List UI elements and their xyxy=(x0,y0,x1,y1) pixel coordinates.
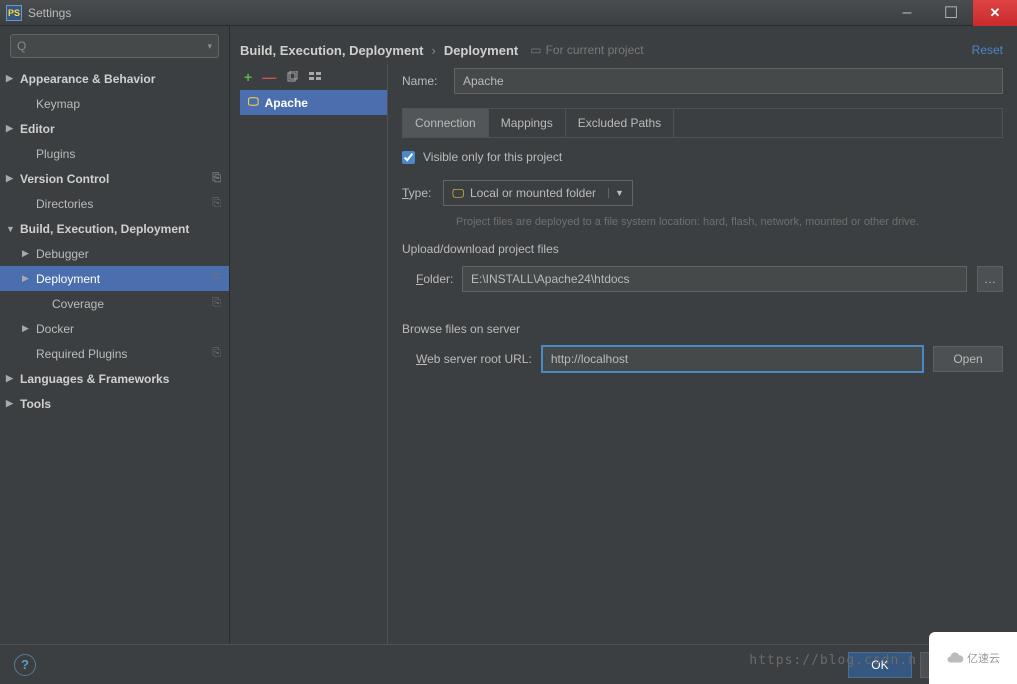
type-label: Type: xyxy=(402,186,431,200)
remove-server-button[interactable]: — xyxy=(262,69,276,85)
sidebar-item-label: Directories xyxy=(36,197,93,211)
server-list-panel: + — 🖵 Apache xyxy=(240,64,388,644)
sidebar-item-label: Build, Execution, Deployment xyxy=(20,222,189,236)
sidebar-item-label: Tools xyxy=(20,397,51,411)
folder-icon: 🖵 xyxy=(452,186,464,201)
server-toolbar: + — xyxy=(240,64,387,90)
server-folder-icon: 🖵 xyxy=(248,96,259,109)
sidebar-item-required-plugins[interactable]: Required Plugins ⎘ xyxy=(0,341,229,366)
project-scope-icon: ⎘ xyxy=(212,347,221,360)
folder-label: Folder: xyxy=(402,272,452,286)
form-area: Name: Connection Mappings Excluded Paths… xyxy=(388,64,1003,644)
sidebar-item-languages-frameworks[interactable]: ▶ Languages & Frameworks xyxy=(0,366,229,391)
search-input[interactable]: Q ▾ xyxy=(10,34,219,58)
server-item-apache[interactable]: 🖵 Apache xyxy=(240,90,387,115)
project-scope-icon: ⎘ xyxy=(212,272,221,285)
search-icon: Q xyxy=(17,39,26,53)
breadcrumb-separator: › xyxy=(431,43,435,58)
sidebar-item-editor[interactable]: ▶ Editor xyxy=(0,116,229,141)
cloud-icon xyxy=(946,649,964,667)
tabs: Connection Mappings Excluded Paths xyxy=(402,108,1003,138)
chevron-down-icon: ▾ xyxy=(207,41,212,52)
watermark: https://blog.csdn.n xyxy=(749,653,917,668)
reset-link[interactable]: Reset xyxy=(972,43,1003,57)
settings-tree: ▶ Appearance & Behavior Keymap ▶ Editor Plugi… xyxy=(0,66,229,416)
help-button[interactable]: ? xyxy=(14,654,36,676)
breadcrumb-current: Deployment xyxy=(444,43,518,58)
project-scope-icon: ⎘ xyxy=(212,172,221,185)
corner-logo: 亿速云 xyxy=(929,632,1017,684)
close-button[interactable]: ✕ xyxy=(973,0,1017,26)
project-scope-icon: ⎘ xyxy=(212,197,221,210)
sidebar-item-tools[interactable]: ▶ Tools xyxy=(0,391,229,416)
arrow-icon: ▶ xyxy=(6,398,13,409)
project-scope-icon: ⎘ xyxy=(212,297,221,310)
sidebar-item-label: Required Plugins xyxy=(36,347,127,361)
breadcrumb-parent[interactable]: Build, Execution, Deployment xyxy=(240,43,423,58)
sidebar-item-label: Coverage xyxy=(52,297,104,311)
app-icon: PS xyxy=(6,5,22,21)
open-button[interactable]: Open xyxy=(933,346,1003,372)
sidebar-item-coverage[interactable]: Coverage ⎘ xyxy=(0,291,229,316)
visible-only-label: Visible only for this project xyxy=(423,150,562,164)
arrow-icon: ▶ xyxy=(6,123,13,134)
browse-section-label: Browse files on server xyxy=(402,322,1003,336)
sidebar-item-deployment[interactable]: ▶ Deployment ⎘ xyxy=(0,266,229,291)
arrow-icon: ▶ xyxy=(22,248,29,259)
sidebar-item-label: Docker xyxy=(36,322,74,336)
copy-button[interactable] xyxy=(286,71,299,84)
arrow-icon: ▶ xyxy=(6,73,13,84)
minimize-button[interactable]: – xyxy=(885,0,929,26)
arrow-icon: ▼ xyxy=(6,224,15,234)
main-panel: Build, Execution, Deployment › Deploymen… xyxy=(230,26,1017,644)
project-hint: ▭ For current project xyxy=(530,43,643,57)
sidebar-item-label: Keymap xyxy=(36,97,80,111)
sidebar-item-keymap[interactable]: Keymap xyxy=(0,91,229,116)
sidebar-item-debugger[interactable]: ▶ Debugger xyxy=(0,241,229,266)
type-value: Local or mounted folder xyxy=(470,186,596,200)
server-item-label: Apache xyxy=(265,96,308,110)
type-combo[interactable]: 🖵 Local or mounted folder ▼ xyxy=(443,180,633,206)
chevron-down-icon: ▼ xyxy=(608,188,624,198)
tab-excluded-paths[interactable]: Excluded Paths xyxy=(566,109,674,137)
arrow-icon: ▶ xyxy=(6,373,13,384)
window-title: Settings xyxy=(28,6,71,20)
add-server-button[interactable]: + xyxy=(244,69,252,85)
arrow-icon: ▶ xyxy=(22,273,29,284)
sidebar-item-directories[interactable]: Directories ⎘ xyxy=(0,191,229,216)
project-icon: ▭ xyxy=(530,43,541,57)
upload-section-label: Upload/download project files xyxy=(402,242,1003,256)
titlebar: PS Settings – ☐ ✕ xyxy=(0,0,1017,26)
arrow-icon: ▶ xyxy=(6,173,13,184)
url-label: Web server root URL: xyxy=(402,352,532,366)
sidebar-item-appearance-behavior[interactable]: ▶ Appearance & Behavior xyxy=(0,66,229,91)
sidebar-item-label: Deployment xyxy=(36,272,100,286)
tree-view-button[interactable] xyxy=(309,71,322,84)
sidebar-item-plugins[interactable]: Plugins xyxy=(0,141,229,166)
folder-input[interactable] xyxy=(462,266,967,292)
sidebar: Q ▾ ▶ Appearance & Behavior Keymap ▶ Editor P… xyxy=(0,26,230,644)
name-label: Name: xyxy=(402,74,454,88)
breadcrumb: Build, Execution, Deployment › Deploymen… xyxy=(240,36,1003,64)
tab-mappings[interactable]: Mappings xyxy=(489,109,566,137)
browse-folder-button[interactable]: … xyxy=(977,266,1003,292)
type-hint: Project files are deployed to a file sys… xyxy=(402,210,1003,242)
visible-only-checkbox[interactable] xyxy=(402,151,415,164)
sidebar-item-label: Plugins xyxy=(36,147,75,161)
arrow-icon: ▶ xyxy=(22,323,29,334)
sidebar-item-label: Version Control xyxy=(20,172,109,186)
sidebar-item-build-execution-deployment[interactable]: ▼ Build, Execution, Deployment xyxy=(0,216,229,241)
sidebar-item-docker[interactable]: ▶ Docker xyxy=(0,316,229,341)
window-buttons: – ☐ ✕ xyxy=(885,0,1017,26)
sidebar-item-label: Languages & Frameworks xyxy=(20,372,169,386)
name-input[interactable] xyxy=(454,68,1003,94)
sidebar-item-version-control[interactable]: ▶ Version Control ⎘ xyxy=(0,166,229,191)
tab-connection[interactable]: Connection xyxy=(403,109,489,137)
sidebar-item-label: Appearance & Behavior xyxy=(20,72,155,86)
url-input[interactable] xyxy=(542,346,923,372)
sidebar-item-label: Editor xyxy=(20,122,55,136)
sidebar-item-label: Debugger xyxy=(36,247,89,261)
maximize-button[interactable]: ☐ xyxy=(929,0,973,26)
